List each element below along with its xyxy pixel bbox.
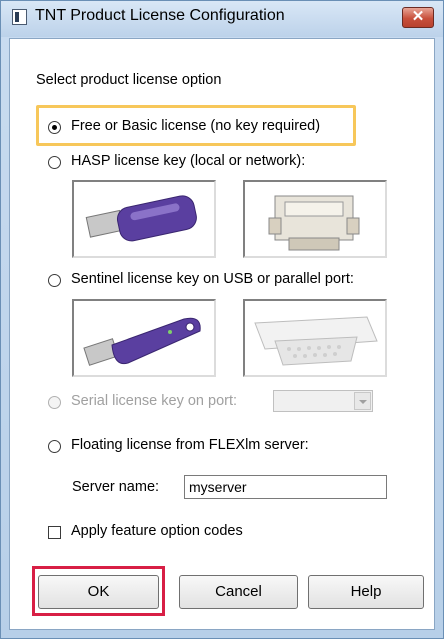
server-name-input[interactable] (184, 475, 387, 499)
sentinel-parallel-key-image (243, 299, 387, 377)
hasp-parallel-key-image (243, 180, 387, 258)
option-hasp-label[interactable]: HASP license key (local or network): (71, 153, 305, 169)
radio-free-basic[interactable] (48, 121, 61, 134)
feature-codes-checkbox[interactable] (48, 526, 61, 539)
option-flexlm-label[interactable]: Floating license from FLEXlm server: (71, 437, 309, 453)
app-icon (12, 9, 27, 25)
cancel-button[interactable]: Cancel (179, 575, 298, 609)
radio-sentinel[interactable] (48, 274, 61, 287)
hasp-parallel-key-icon (268, 195, 360, 251)
dialog-window: TNT Product License Configuration ✕ Sele… (0, 0, 444, 639)
hasp-usb-key-image (72, 180, 216, 258)
section-label: Select product license option (36, 72, 222, 88)
close-button[interactable]: ✕ (402, 7, 434, 28)
sentinel-parallel-key-icon (254, 316, 378, 366)
radio-serial (48, 396, 61, 409)
option-sentinel-label[interactable]: Sentinel license key on USB or parallel … (71, 271, 354, 287)
chevron-down-icon (354, 392, 371, 410)
radio-flexlm[interactable] (48, 440, 61, 453)
server-name-label: Server name: (72, 479, 160, 495)
ok-button[interactable]: OK (38, 575, 159, 609)
option-serial-label: Serial license key on port: (71, 393, 238, 409)
option-free-basic-label[interactable]: Free or Basic license (no key required) (71, 118, 320, 134)
sentinel-usb-key-icon (83, 317, 201, 366)
radio-hasp[interactable] (48, 156, 61, 169)
title-bar[interactable]: TNT Product License Configuration ✕ (1, 1, 443, 37)
window-title: TNT Product License Configuration (35, 7, 285, 24)
feature-codes-label[interactable]: Apply feature option codes (71, 523, 243, 539)
sentinel-usb-key-image (72, 299, 216, 377)
serial-port-select (273, 390, 373, 412)
dialog-body: Select product license option Free or Ba… (9, 38, 435, 630)
hasp-usb-key-icon (85, 195, 197, 242)
close-icon: ✕ (411, 8, 425, 25)
help-button[interactable]: Help (308, 575, 424, 609)
